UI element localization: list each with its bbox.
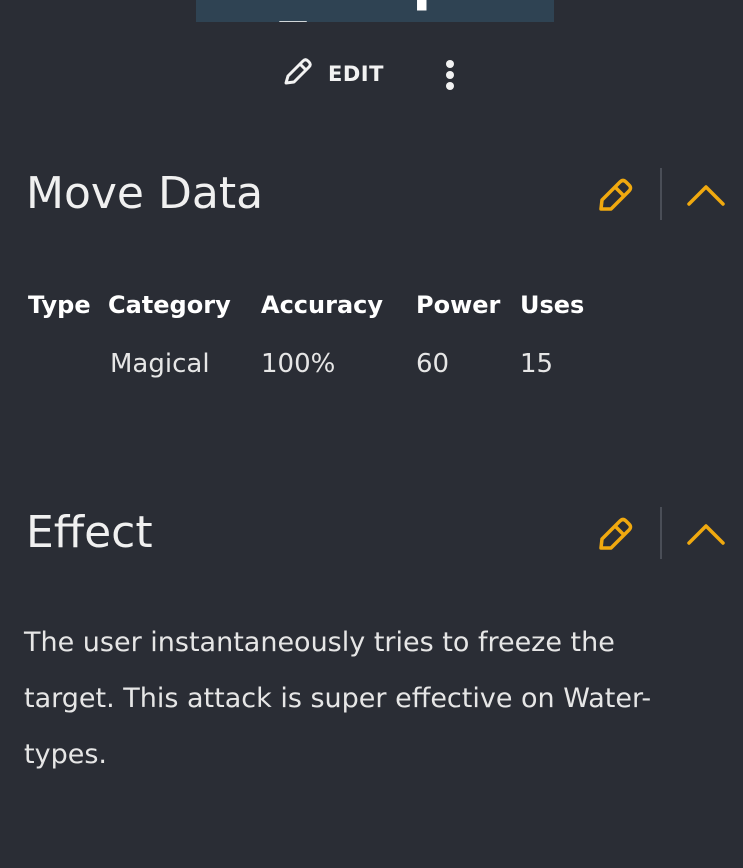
header-divider [660,507,662,559]
pencil-icon [596,517,636,557]
more-options-button[interactable] [436,56,464,94]
edit-button[interactable]: EDIT [278,54,384,94]
move-data-edit-button[interactable] [596,174,636,214]
column-header-uses: Uses [520,291,585,319]
page-title: Snap Freeze [196,0,554,22]
effect-description: The user instantaneously tries to freeze… [24,627,652,770]
chevron-up-icon [684,524,728,557]
column-header-accuracy: Accuracy [261,291,384,319]
cell-uses: 15 [520,349,554,379]
pencil-icon [596,178,636,218]
effect-edit-button[interactable] [596,513,636,553]
title-actions: EDIT [0,50,743,100]
pencil-icon [278,52,318,96]
table-header-row: Type Category Accuracy Power Uses [28,280,610,330]
move-data-header: Move Data [0,164,743,224]
effect-header: Effect [0,503,743,563]
move-data-title: Move Data [26,168,264,219]
move-data-collapse-button[interactable] [684,174,728,214]
cell-type [28,330,108,398]
chevron-up-icon [684,185,728,218]
header-divider [660,168,662,220]
column-header-power: Power [416,291,501,319]
cell-category: Magical [110,349,210,379]
cell-power: 60 [416,349,450,379]
title-highlight: Snap Freeze [196,0,554,22]
move-data-table: Type Category Accuracy Power Uses Magica… [28,280,610,398]
cell-accuracy: 100% [261,349,336,379]
table-row: Magical 100% 60 15 [28,330,610,398]
more-vertical-icon [436,60,464,98]
effect-title: Effect [26,507,153,558]
edit-button-label: EDIT [328,62,384,86]
column-header-category: Category [108,291,231,319]
column-header-type: Type [28,291,91,319]
move-detail-page: Snap Freeze EDIT Move Data [0,0,743,868]
effect-collapse-button[interactable] [684,513,728,553]
